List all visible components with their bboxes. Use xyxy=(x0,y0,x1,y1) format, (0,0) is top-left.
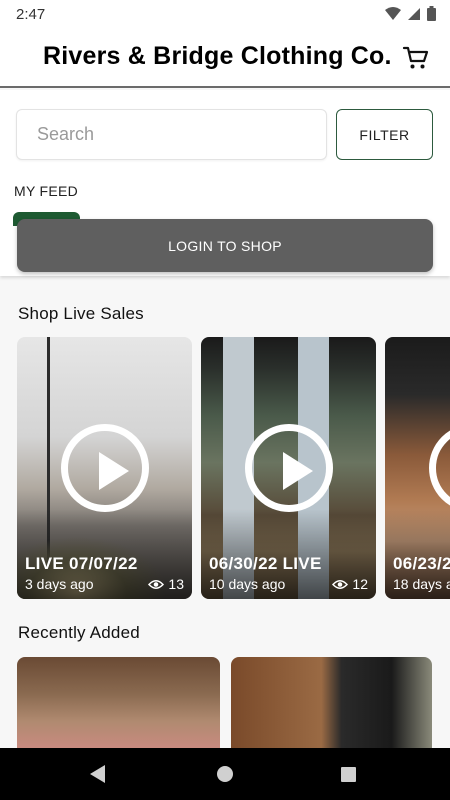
eye-icon xyxy=(148,579,165,589)
recently-added-heading: Recently Added xyxy=(18,623,140,642)
status-icons xyxy=(385,6,436,21)
filter-button[interactable]: FILTER xyxy=(336,109,433,160)
search-panel: FILTER MY FEED LOGIN TO SHOP xyxy=(0,90,450,276)
play-icon[interactable] xyxy=(245,424,333,512)
product-photo xyxy=(231,657,432,749)
status-bar: 2:47 xyxy=(0,0,450,28)
sale-time-ago: 18 days ago xyxy=(393,576,450,592)
wifi-icon xyxy=(385,6,401,20)
view-count: 12 xyxy=(332,576,368,592)
status-time: 2:47 xyxy=(16,6,46,23)
system-nav-bar xyxy=(0,748,450,800)
live-sale-card[interactable]: LIVE 07/07/22 3 days ago 13 xyxy=(17,337,192,599)
sale-title: 06/30/22 LIVE xyxy=(209,554,322,573)
sale-time-ago: 3 days ago xyxy=(25,576,94,592)
product-photo xyxy=(17,657,220,749)
play-icon[interactable] xyxy=(61,424,149,512)
live-sale-card[interactable]: 06/23/22 18 days ago xyxy=(385,337,450,599)
tab-my-feed[interactable]: MY FEED xyxy=(14,183,78,199)
recent-item-image[interactable] xyxy=(17,657,220,749)
view-count: 13 xyxy=(148,576,184,592)
sale-title: 06/23/22 xyxy=(393,554,450,573)
signal-icon xyxy=(408,7,420,20)
search-box xyxy=(16,109,327,160)
recents-icon[interactable] xyxy=(341,767,356,782)
cart-icon[interactable] xyxy=(402,44,430,72)
recent-item-image[interactable] xyxy=(231,657,432,749)
battery-icon xyxy=(427,6,436,21)
view-count-value: 12 xyxy=(352,576,368,592)
sale-title: LIVE 07/07/22 xyxy=(25,554,138,573)
live-sales-heading: Shop Live Sales xyxy=(18,304,144,323)
eye-icon xyxy=(332,579,349,589)
view-count-value: 13 xyxy=(168,576,184,592)
login-to-shop-button[interactable]: LOGIN TO SHOP xyxy=(17,219,433,272)
page-title: Rivers & Bridge Clothing Co. xyxy=(43,42,392,70)
search-input[interactable] xyxy=(17,110,326,159)
app-header: Rivers & Bridge Clothing Co. xyxy=(0,28,450,88)
live-sale-card[interactable]: 06/30/22 LIVE 10 days ago 12 xyxy=(201,337,376,599)
sale-time-ago: 10 days ago xyxy=(209,576,286,592)
home-icon[interactable] xyxy=(217,766,233,782)
back-icon[interactable] xyxy=(90,765,105,783)
